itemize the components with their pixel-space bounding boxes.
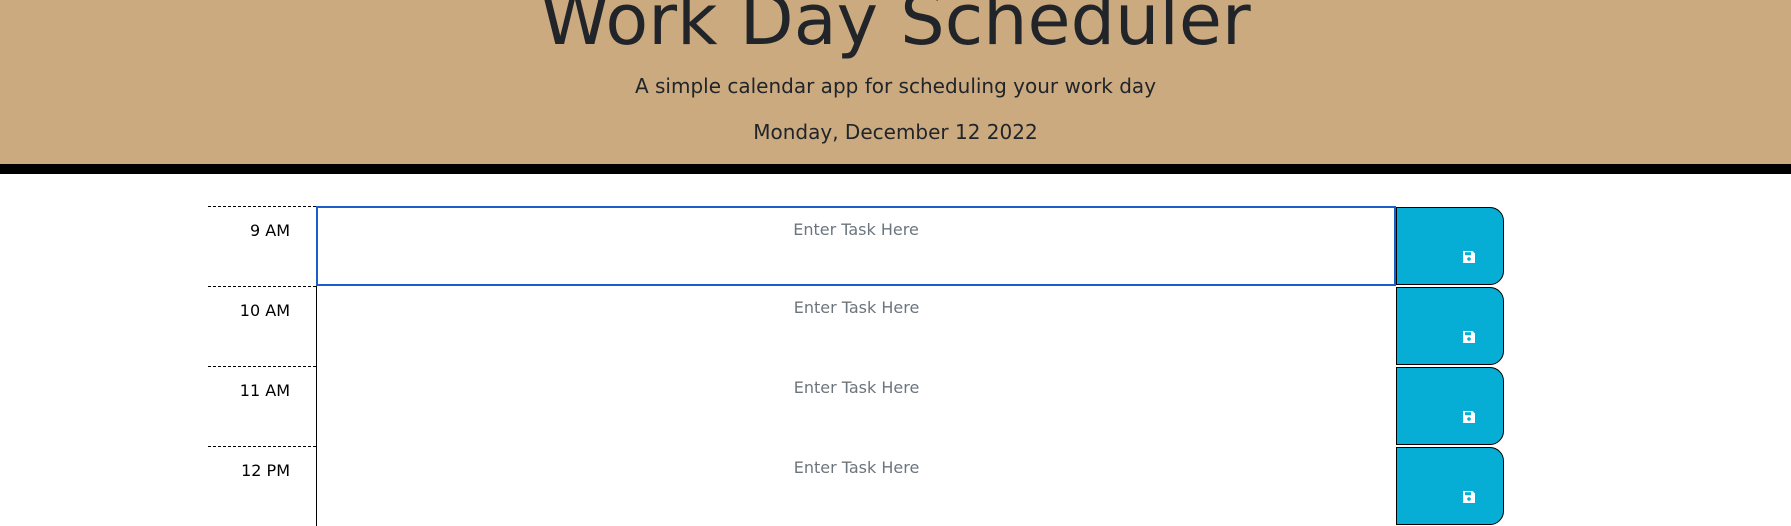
time-block-12pm: 12 PM bbox=[208, 446, 1506, 526]
hour-label: 12 PM bbox=[208, 446, 316, 526]
time-block-10am: 10 AM bbox=[208, 286, 1506, 366]
floppy-disk-icon bbox=[1463, 411, 1475, 423]
floppy-disk-icon bbox=[1463, 331, 1475, 343]
task-input[interactable] bbox=[316, 446, 1396, 526]
hour-label: 11 AM bbox=[208, 366, 316, 446]
floppy-disk-icon bbox=[1463, 491, 1475, 503]
time-block-9am: 9 AM bbox=[208, 206, 1506, 286]
current-day: Monday, December 12 2022 bbox=[753, 120, 1038, 144]
task-input[interactable] bbox=[316, 206, 1396, 286]
save-button[interactable] bbox=[1396, 367, 1504, 445]
page-title: Work Day Scheduler bbox=[540, 0, 1251, 61]
task-input[interactable] bbox=[316, 286, 1396, 366]
floppy-disk-icon bbox=[1463, 251, 1475, 263]
hour-label: 10 AM bbox=[208, 286, 316, 366]
header: Work Day Scheduler A simple calendar app… bbox=[0, 0, 1791, 174]
hour-label: 9 AM bbox=[208, 206, 316, 286]
save-button[interactable] bbox=[1396, 447, 1504, 525]
task-input[interactable] bbox=[316, 366, 1396, 446]
save-button[interactable] bbox=[1396, 207, 1504, 285]
time-block-11am: 11 AM bbox=[208, 366, 1506, 446]
scheduler-container: 9 AM 10 AM 11 AM bbox=[208, 206, 1506, 526]
page-subtitle: A simple calendar app for scheduling you… bbox=[634, 74, 1157, 98]
save-button[interactable] bbox=[1396, 287, 1504, 365]
